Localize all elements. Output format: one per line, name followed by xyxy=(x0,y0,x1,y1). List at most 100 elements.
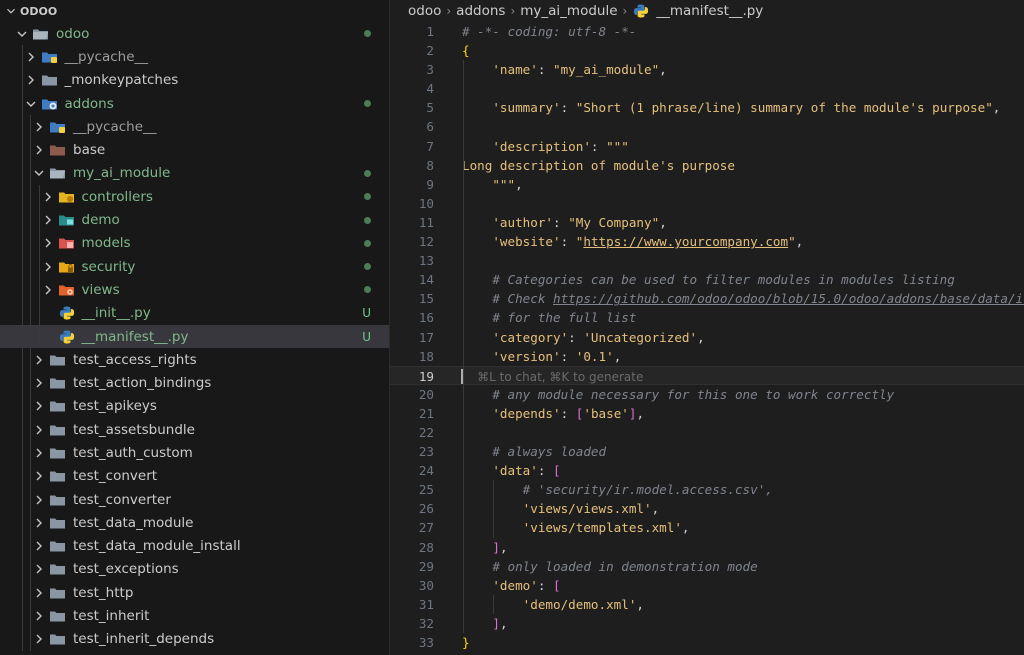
code-line[interactable]: 33} xyxy=(390,633,1024,652)
chevron-right-icon[interactable] xyxy=(31,119,47,135)
code-token: , xyxy=(992,100,1001,116)
folder-item[interactable]: addons xyxy=(0,91,389,116)
folder-item[interactable]: my_ai_module xyxy=(0,161,389,186)
code-line[interactable]: 18 'version': '0.1', xyxy=(390,347,1024,366)
chevron-down-icon[interactable] xyxy=(14,26,30,42)
chevron-right-icon[interactable] xyxy=(31,492,47,508)
folder-item[interactable]: __pycache__ xyxy=(0,45,389,69)
folder-item[interactable]: __pycache__ xyxy=(0,115,389,139)
code-line[interactable]: 22 xyxy=(390,423,1024,442)
chevron-right-icon[interactable] xyxy=(23,72,39,88)
code-line[interactable]: 27 'views/templates.xml', xyxy=(390,518,1024,537)
folder-item[interactable]: views xyxy=(0,278,389,302)
code-line[interactable]: 4 xyxy=(390,79,1024,98)
code-line[interactable]: 32 ], xyxy=(390,614,1024,633)
chevron-down-icon[interactable] xyxy=(31,165,47,181)
breadcrumb-item[interactable]: my_ai_module xyxy=(520,3,617,19)
breadcrumb-item[interactable]: __manifest__.py xyxy=(656,3,763,19)
code-line[interactable]: 17 'category': 'Uncategorized', xyxy=(390,328,1024,347)
code-line[interactable]: 3 'name': "my_ai_module", xyxy=(390,60,1024,79)
breadcrumb-separator-icon: › xyxy=(622,4,628,18)
folder-item[interactable]: test_inherit xyxy=(0,604,389,628)
code-area[interactable]: 1 # -*- coding: utf-8 -*- 2{3 'name': "my_… xyxy=(390,22,1024,652)
chevron-right-icon[interactable] xyxy=(31,468,47,484)
chevron-right-icon[interactable] xyxy=(40,259,56,275)
folder-item[interactable]: test_access_rights xyxy=(0,348,389,372)
folder-item[interactable]: models xyxy=(0,231,389,255)
code-line[interactable]: 1 # -*- coding: utf-8 -*- xyxy=(390,22,1024,41)
code-line[interactable]: 13 xyxy=(390,251,1024,270)
chevron-down-icon[interactable] xyxy=(23,96,39,112)
code-line[interactable]: 26 'views/views.xml', xyxy=(390,499,1024,518)
folder-item[interactable]: test_action_bindings xyxy=(0,371,389,395)
chevron-right-icon[interactable] xyxy=(31,538,47,554)
chevron-right-icon[interactable] xyxy=(31,352,47,368)
folder-item[interactable]: base xyxy=(0,138,389,162)
folder-item[interactable]: test_http xyxy=(0,581,389,605)
code-line[interactable]: 24 'data': [ xyxy=(390,461,1024,480)
code-text: # Categories can be used to filter modul… xyxy=(462,270,955,289)
code-line[interactable]: 25 # 'security/ir.model.access.csv', xyxy=(390,480,1024,499)
code-line[interactable]: 29 # only loaded in demonstration mode xyxy=(390,557,1024,576)
folder-item[interactable]: security xyxy=(0,254,389,279)
file-item[interactable]: __manifest__.py U xyxy=(0,324,389,349)
code-line[interactable]: 5 'summary': "Short (1 phrase/line) summ… xyxy=(390,98,1024,117)
chevron-right-icon[interactable] xyxy=(31,515,47,531)
folder-item[interactable]: odoo xyxy=(0,22,389,45)
file-item[interactable]: __init__.py U xyxy=(0,301,389,325)
chevron-right-icon[interactable] xyxy=(31,142,47,158)
code-line[interactable]: 21 'depends': ['base'], xyxy=(390,404,1024,423)
chevron-right-icon[interactable] xyxy=(31,585,47,601)
breadcrumb-item[interactable]: addons xyxy=(456,3,505,19)
chevron-right-icon[interactable] xyxy=(31,631,47,647)
folder-item[interactable]: test_inherit_depends xyxy=(0,627,389,652)
code-line[interactable]: 19 ⌘L to chat, ⌘K to generate xyxy=(390,365,1024,385)
code-line[interactable]: 31 'demo/demo.xml', xyxy=(390,595,1024,614)
code-line[interactable]: 2{ xyxy=(390,41,1024,60)
line-number: 3 xyxy=(426,62,434,78)
chevron-right-icon[interactable] xyxy=(31,561,47,577)
code-line[interactable]: 14 # Categories can be used to filter mo… xyxy=(390,270,1024,289)
code-line[interactable]: 28 ], xyxy=(390,538,1024,557)
chevron-right-icon[interactable] xyxy=(31,608,47,624)
folder-item[interactable]: test_converter xyxy=(0,487,389,512)
code-line[interactable]: 20 # any module necessary for this one t… xyxy=(390,385,1024,404)
chevron-right-icon[interactable] xyxy=(40,212,56,228)
folder-item[interactable]: test_auth_custom xyxy=(0,441,389,465)
folder-item[interactable]: test_assetsbundle xyxy=(0,418,389,442)
item-label: controllers xyxy=(81,188,153,205)
breadcrumb-item[interactable]: odoo xyxy=(408,3,441,19)
folder-item[interactable]: _monkeypatches xyxy=(0,68,389,92)
explorer-header[interactable]: ODOO xyxy=(0,0,389,22)
folder-item[interactable]: test_data_module xyxy=(0,511,389,535)
code-line[interactable]: 10 xyxy=(390,194,1024,213)
chevron-right-icon[interactable] xyxy=(40,282,56,298)
folder-item[interactable]: test_data_module_install xyxy=(0,534,389,558)
code-line[interactable]: 6 xyxy=(390,117,1024,136)
folder-item[interactable]: test_apikeys xyxy=(0,394,389,419)
chevron-right-icon[interactable] xyxy=(31,422,47,438)
code-line[interactable]: 23 # always loaded xyxy=(390,442,1024,461)
chevron-right-icon[interactable] xyxy=(31,445,47,461)
chevron-right-icon[interactable] xyxy=(31,375,47,391)
code-line[interactable]: 11 'author': "My Company", xyxy=(390,213,1024,232)
folder-item[interactable]: controllers xyxy=(0,185,389,209)
chevron-right-icon[interactable] xyxy=(40,189,56,205)
code-line[interactable]: 30 'demo': [ xyxy=(390,576,1024,595)
indent-guide xyxy=(30,627,31,652)
chevron-right-icon[interactable] xyxy=(40,235,56,251)
code-line[interactable]: 8 Long description of module's purpose xyxy=(390,156,1024,175)
chevron-right-icon[interactable] xyxy=(23,49,39,65)
folder-item[interactable]: demo xyxy=(0,208,389,232)
folder-item[interactable]: test_exceptions xyxy=(0,557,389,582)
code-line[interactable]: 9 """, xyxy=(390,175,1024,194)
chevron-right-icon[interactable] xyxy=(31,398,47,414)
code-line[interactable]: 12 'website': "https://www.yourcompany.c… xyxy=(390,232,1024,251)
code-line[interactable]: 7 'description': """ xyxy=(390,137,1024,156)
folder-item[interactable]: test_convert xyxy=(0,464,389,488)
editor-pane: odoo › addons › my_ai_module › __manifest__.p… xyxy=(390,0,1024,655)
code-token: 'depends' xyxy=(492,405,561,421)
code-line[interactable]: 16 # for the full list xyxy=(390,308,1024,327)
code-line[interactable]: 15 # Check https://github.com/odoo/odoo/… xyxy=(390,289,1024,308)
